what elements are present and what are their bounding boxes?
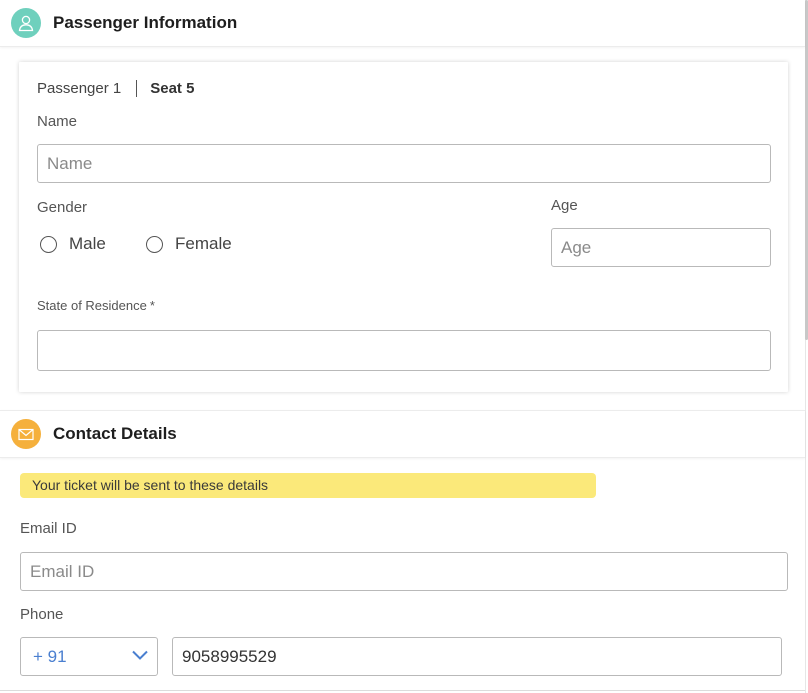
passenger-info-header: Passenger Information	[0, 0, 805, 47]
passenger-card: Passenger 1 Seat 5 Name Gender Male Fema…	[19, 62, 788, 392]
female-label: Female	[175, 234, 232, 253]
country-code-value: + 91	[33, 646, 67, 666]
state-label: State of Residence *	[37, 298, 155, 313]
ticket-notice: Your ticket will be sent to these detail…	[20, 473, 596, 498]
passenger-heading: Passenger 1 Seat 5	[37, 80, 194, 97]
heading-divider	[136, 80, 138, 97]
user-icon	[11, 8, 41, 38]
phone-label: Phone	[20, 606, 64, 623]
gender-female-option[interactable]: Female	[146, 234, 232, 254]
phone-input[interactable]	[172, 637, 782, 676]
state-input[interactable]	[37, 330, 771, 371]
contact-details-header: Contact Details	[0, 410, 805, 458]
male-label: Male	[69, 234, 106, 253]
age-label: Age	[551, 197, 578, 214]
country-code-select[interactable]: + 91	[20, 637, 158, 676]
contact-details-title: Contact Details	[53, 424, 177, 443]
seat-label: Seat 5	[150, 80, 195, 97]
bottom-divider	[0, 690, 805, 691]
email-label: Email ID	[20, 520, 77, 537]
chevron-down-icon	[131, 648, 149, 666]
state-label-text: State of Residence	[37, 298, 147, 313]
required-mark: *	[149, 298, 155, 313]
mail-icon	[11, 419, 41, 449]
email-input[interactable]	[20, 552, 788, 591]
gender-label: Gender	[37, 199, 88, 216]
gender-male-option[interactable]: Male	[40, 234, 106, 254]
female-radio[interactable]	[146, 235, 163, 253]
name-input[interactable]	[37, 144, 771, 183]
passenger-info-title: Passenger Information	[53, 13, 238, 32]
passenger-label: Passenger 1	[37, 80, 122, 97]
age-input[interactable]	[551, 228, 771, 267]
name-label: Name	[37, 113, 78, 130]
male-radio[interactable]	[40, 235, 57, 253]
